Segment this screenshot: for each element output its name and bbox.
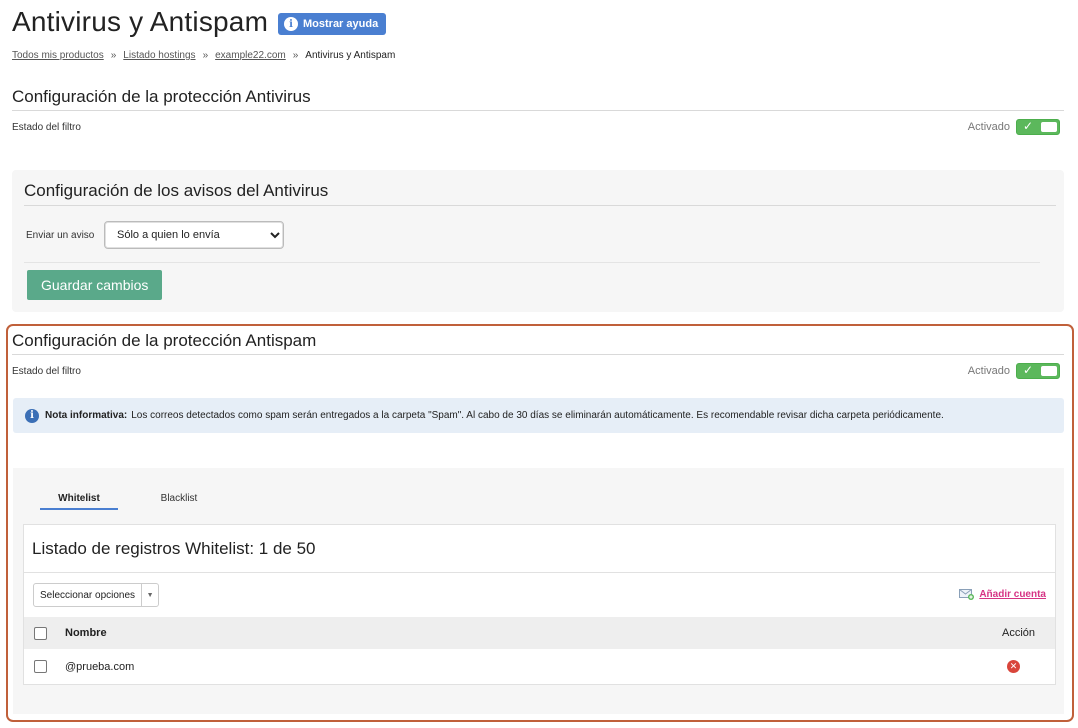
column-header-action: Acción [1002,627,1036,639]
toggle-knob [1041,122,1057,132]
breadcrumb-separator: » [202,50,209,61]
divider [24,205,1056,206]
antivirus-filter-toggle-group: Activado ✓ [968,119,1060,135]
tab-whitelist[interactable]: Whitelist [40,493,118,504]
breadcrumb-current: Antivirus y Antispam [305,50,396,61]
toggle-knob [1041,366,1057,376]
tab-whitelist-underline [40,508,118,510]
send-notice-select[interactable]: Sólo a quien lo envía [104,221,284,249]
add-account-group: Añadir cuenta [959,588,1046,600]
antivirus-filter-state: Activado [967,121,1010,133]
show-help-button[interactable]: i Mostrar ayuda [278,13,387,35]
add-account-link[interactable]: Añadir cuenta [979,589,1046,600]
divider [24,572,1055,573]
breadcrumb-separator: » [110,50,117,61]
divider [12,110,1064,111]
column-header-name: Nombre [65,627,107,639]
show-help-label: Mostrar ayuda [303,18,379,30]
antispam-filter-toggle[interactable]: ✓ [1016,363,1060,379]
whitelist-title: Listado de registros Whitelist: 1 de 50 [32,539,316,558]
send-notice-label: Enviar un aviso [26,230,95,241]
breadcrumb-link-hostings[interactable]: Listado hostings [123,50,195,61]
row-checkbox[interactable] [34,660,47,673]
breadcrumb-separator: » [292,50,299,61]
select-all-checkbox[interactable] [34,627,47,640]
breadcrumb: Todos mis productos » Listado hostings »… [12,50,395,61]
breadcrumb-link-domain[interactable]: example22.com [215,50,286,61]
table-row [24,649,1055,684]
add-mail-icon [959,589,975,600]
antispam-section-title: Configuración de la protección Antispam [12,331,317,350]
select-options-dropdown[interactable]: Seleccionar opciones ▼ [33,583,160,607]
info-note-text: Los correos detectados como spam serán e… [131,410,944,421]
antivirus-filter-toggle[interactable]: ✓ [1016,119,1060,135]
check-icon: ✓ [1023,363,1034,377]
antispam-filter-toggle-group: Activado ✓ [968,363,1060,379]
info-icon: i [284,17,298,31]
row-name: @prueba.com [65,661,135,673]
antispam-info-note: i Nota informativa: Los correos detectad… [13,398,1064,433]
save-changes-button[interactable]: Guardar cambios [27,270,163,300]
page-title: Antivirus y Antispam [12,6,269,37]
antivirus-filter-label: Estado del filtro [12,122,81,133]
divider [12,354,1064,355]
chevron-down-icon: ▼ [146,591,154,599]
antivirus-notices-title: Configuración de los avisos del Antiviru… [24,181,329,200]
antivirus-section-title: Configuración de la protección Antivirus [12,87,311,106]
antispam-filter-state: Activado [967,365,1010,377]
delete-icon[interactable]: ✕ [1007,660,1020,673]
info-icon: i [25,408,39,423]
select-options-label: Seleccionar opciones [34,584,143,606]
breadcrumb-link-products[interactable]: Todos mis productos [12,50,104,61]
info-note-title: Nota informativa: [45,410,128,421]
table-header [24,617,1055,649]
tab-blacklist[interactable]: Blacklist [140,493,218,504]
antispam-filter-label: Estado del filtro [12,366,81,377]
divider [24,262,1040,263]
check-icon: ✓ [1023,119,1034,133]
